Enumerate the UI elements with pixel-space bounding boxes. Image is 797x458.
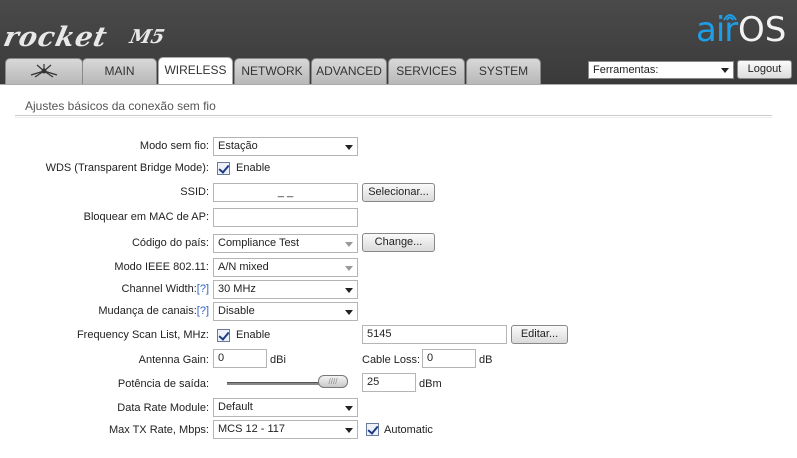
lock-ap-mac-label: Bloquear em MAC de AP:	[83, 211, 209, 223]
tools-dropdown[interactable]: Ferramentas:	[588, 61, 734, 79]
channel-shift-help-link[interactable]: [?]	[197, 305, 209, 317]
wds-checkbox[interactable]	[217, 162, 230, 175]
output-power-label: Potência de saída:	[117, 378, 209, 390]
chevron-down-icon	[345, 428, 353, 433]
channel-width-value: 30 MHz	[218, 283, 256, 295]
max-tx-rate-value: MCS 12 - 117	[218, 423, 286, 435]
channel-shift-value: Disable	[218, 305, 255, 317]
channel-shift-label: Mudança de canais:	[98, 305, 197, 317]
tab-network[interactable]: NETWORK	[234, 58, 310, 84]
ubiquiti-logo-icon	[30, 64, 58, 78]
chevron-down-icon	[345, 406, 353, 411]
header-bar: rocket M5 air OS MAIN WIRELESS NETWORK A…	[0, 0, 797, 84]
tab-advanced[interactable]: ADVANCED	[311, 58, 387, 84]
airos-logo-os: OS	[738, 10, 787, 50]
channel-shift-label-group: Mudança de canais:[?]	[98, 305, 209, 317]
channel-width-select[interactable]: 30 MHz	[213, 280, 358, 299]
tab-ubnt-logo[interactable]	[5, 58, 83, 84]
chevron-down-icon	[345, 310, 353, 315]
chevron-down-icon	[345, 242, 353, 247]
channel-width-label-group: Channel Width:[?]	[122, 283, 209, 295]
max-tx-rate-label: Max TX Rate, Mbps:	[108, 424, 209, 436]
section-title: Ajustes básicos da conexão sem fio	[25, 99, 216, 113]
tab-services[interactable]: SERVICES	[388, 58, 465, 84]
model-logo: M5	[127, 26, 167, 48]
tab-main[interactable]: MAIN	[82, 58, 157, 84]
freq-scan-list-input[interactable]: 5145	[362, 325, 507, 344]
edit-freq-list-button[interactable]: Editar...	[511, 325, 568, 344]
ssid-input[interactable]: _ _	[213, 183, 358, 202]
wds-label: WDS (Transparent Bridge Mode):	[45, 162, 209, 174]
ieee-mode-value: A/N mixed	[218, 261, 269, 273]
lock-ap-mac-input[interactable]	[213, 208, 358, 227]
ieee-mode-label: Modo IEEE 802.11:	[114, 261, 209, 273]
divider	[15, 115, 772, 116]
max-tx-rate-select[interactable]: MCS 12 - 117	[213, 420, 358, 439]
main-content: Ajustes básicos da conexão sem fio Modo …	[0, 84, 797, 458]
channel-width-label: Channel Width:	[121, 283, 197, 295]
output-power-input[interactable]: 25	[362, 373, 416, 392]
auto-tx-rate-checkbox[interactable]	[366, 423, 379, 436]
chevron-down-icon	[345, 266, 353, 271]
ssid-label: SSID:	[180, 186, 209, 198]
wireless-mode-label: Modo sem fio:	[139, 140, 209, 152]
antenna-gain-input[interactable]: 0	[213, 349, 267, 368]
data-rate-module-select[interactable]: Default	[213, 398, 358, 417]
data-rate-module-value: Default	[218, 401, 253, 413]
channel-width-help-link[interactable]: [?]	[197, 283, 209, 295]
cable-loss-unit: dB	[479, 354, 493, 366]
country-code-label: Código do país:	[131, 237, 209, 249]
chevron-down-icon	[345, 145, 353, 150]
wireless-mode-value: Estação	[218, 140, 258, 152]
country-code-value: Compliance Test	[218, 237, 300, 249]
auto-tx-rate-label: Automatic	[384, 424, 433, 436]
chevron-down-icon	[345, 288, 353, 293]
antenna-gain-unit: dBi	[270, 354, 286, 366]
antenna-gain-label: Antenna Gain:	[138, 354, 209, 366]
ieee-mode-select[interactable]: A/N mixed	[213, 258, 358, 277]
select-ssid-button[interactable]: Selecionar...	[362, 183, 435, 202]
airos-logo-air: air	[696, 10, 738, 50]
tab-system[interactable]: SYSTEM	[466, 58, 541, 84]
chevron-down-icon	[721, 68, 729, 73]
tools-dropdown-value: Ferramentas:	[593, 64, 659, 76]
tab-wireless[interactable]: WIRELESS	[158, 57, 233, 84]
freq-scan-label: Frequency Scan List, MHz:	[76, 329, 209, 341]
change-country-button[interactable]: Change...	[362, 233, 435, 252]
divider	[15, 117, 772, 118]
product-logo: rocket	[0, 22, 111, 53]
country-code-select[interactable]: Compliance Test	[213, 234, 358, 253]
cable-loss-input[interactable]: 0	[422, 349, 476, 368]
wireless-mode-select[interactable]: Estação	[213, 137, 358, 156]
freq-scan-checkbox[interactable]	[217, 329, 230, 342]
wds-enable-label: Enable	[236, 162, 271, 174]
output-power-slider-handle[interactable]: ////	[318, 375, 348, 388]
output-power-unit: dBm	[419, 378, 442, 390]
freq-scan-enable-label: Enable	[236, 329, 271, 341]
cable-loss-label: Cable Loss:	[362, 354, 421, 366]
data-rate-module-label: Data Rate Module:	[117, 402, 209, 414]
channel-shift-select[interactable]: Disable	[213, 302, 358, 321]
logout-button[interactable]: Logout	[737, 60, 792, 79]
